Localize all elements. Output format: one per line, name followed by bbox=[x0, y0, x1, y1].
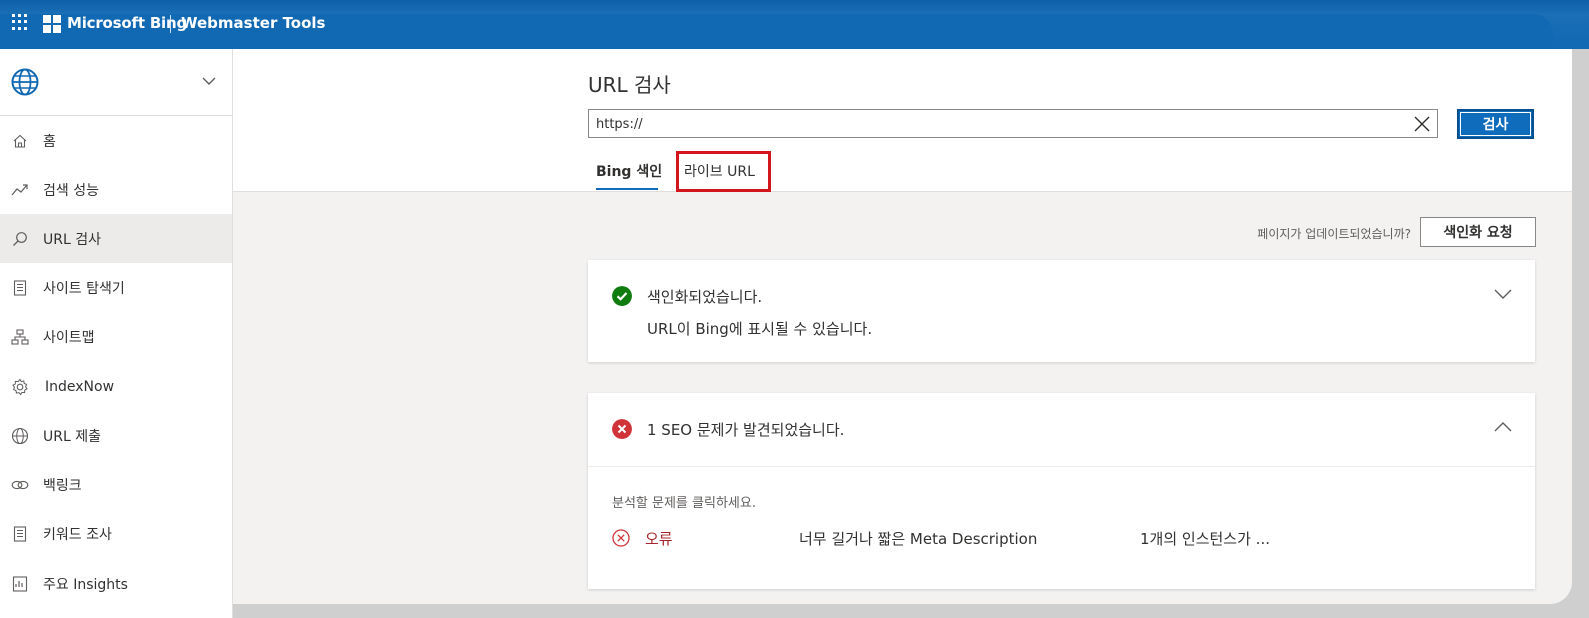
seo-issues-card: 1 SEO 문제가 발견되었습니다. 분석할 문제를 클릭하세요. 오류 너무 … bbox=[588, 393, 1535, 589]
page-updated-question: 페이지가 업데이트되었습니까? bbox=[1257, 227, 1411, 241]
issue-hint: 분석할 문제를 클릭하세요. bbox=[612, 496, 756, 511]
chevron-up-icon[interactable] bbox=[1494, 421, 1512, 433]
sidebar-item-sitemaps[interactable]: 사이트맵 bbox=[0, 312, 232, 361]
sidebar-item-url-inspection[interactable]: URL 검사 bbox=[0, 214, 232, 263]
gear-icon bbox=[11, 378, 29, 396]
header-divider bbox=[170, 15, 171, 33]
check-circle-icon bbox=[612, 286, 632, 306]
app-launcher-icon[interactable] bbox=[12, 14, 28, 30]
page-title: URL 검사 bbox=[588, 73, 671, 97]
sidebar-item-keyword-research[interactable]: 키워드 조사 bbox=[0, 509, 232, 558]
highlight-box bbox=[676, 151, 771, 192]
insights-icon bbox=[11, 575, 29, 593]
url-search-box[interactable] bbox=[588, 109, 1438, 138]
inspect-button[interactable]: 검사 bbox=[1457, 109, 1534, 139]
inspection-header: URL 검사 검사 Bing 색인 라이브 URL bbox=[233, 49, 1572, 192]
index-status-title: 색인화되었습니다. bbox=[647, 288, 763, 306]
sidebar-item-search-performance[interactable]: 검색 성능 bbox=[0, 165, 232, 214]
index-status-subtitle: URL이 Bing에 표시될 수 있습니다. bbox=[647, 320, 873, 338]
sidebar-item-label: 키워드 조사 bbox=[43, 526, 112, 543]
sidebar-item-label: URL 제출 bbox=[43, 428, 101, 445]
sidebar-item-label: 사이트 탐색기 bbox=[43, 280, 125, 297]
error-circle-icon bbox=[612, 419, 632, 439]
url-input[interactable] bbox=[596, 114, 1396, 134]
sidebar-item-label: 사이트맵 bbox=[43, 329, 95, 346]
main-content: URL 검사 검사 Bing 색인 라이브 URL 페이지가 업데이트되었습니까… bbox=[233, 49, 1572, 618]
trend-icon bbox=[11, 181, 29, 199]
microsoft-logo-icon bbox=[43, 15, 61, 33]
request-indexing-row: 페이지가 업데이트되었습니까? 색인화 요청 bbox=[233, 217, 1536, 247]
sidebar-item-insights[interactable]: 주요 Insights bbox=[0, 559, 232, 608]
link-icon bbox=[11, 476, 29, 494]
sidebar-item-indexnow[interactable]: IndexNow bbox=[0, 362, 232, 411]
chevron-down-icon[interactable] bbox=[202, 76, 216, 86]
sidebar-item-home[interactable]: 홈 bbox=[0, 116, 232, 165]
sidebar-item-backlinks[interactable]: 백링크 bbox=[0, 460, 232, 509]
error-outline-icon bbox=[612, 529, 630, 547]
index-status-card[interactable]: 색인화되었습니다. URL이 Bing에 표시될 수 있습니다. bbox=[588, 260, 1535, 362]
home-icon bbox=[11, 132, 29, 150]
sidebar: 홈 검색 성능 URL 검사 사이트 탐색기 사이트맵 IndexNow URL… bbox=[0, 49, 233, 618]
product-name[interactable]: Webmaster Tools bbox=[181, 14, 326, 32]
card-divider bbox=[588, 466, 1535, 467]
globe-icon bbox=[11, 68, 39, 96]
sitemap-icon bbox=[11, 328, 29, 346]
seo-issues-title: 1 SEO 문제가 발견되었습니다. bbox=[647, 421, 845, 439]
search-icon bbox=[11, 230, 29, 248]
document-icon bbox=[11, 525, 29, 543]
top-bar: Microsoft Bing Webmaster Tools bbox=[0, 0, 1589, 49]
sidebar-item-label: 검색 성능 bbox=[43, 182, 99, 199]
clear-icon[interactable] bbox=[1413, 115, 1431, 133]
sidebar-item-submit-urls[interactable]: URL 제출 bbox=[0, 411, 232, 460]
sidebar-item-label: 백링크 bbox=[43, 477, 82, 494]
sidebar-item-site-explorer[interactable]: 사이트 탐색기 bbox=[0, 263, 232, 312]
document-icon bbox=[11, 279, 29, 297]
site-selector[interactable] bbox=[0, 49, 232, 116]
sidebar-item-label: IndexNow bbox=[45, 378, 115, 395]
tab-selected-indicator bbox=[596, 188, 658, 190]
issue-count[interactable]: 1개의 인스턴스가 ... bbox=[1140, 528, 1270, 549]
sidebar-item-label: 홈 bbox=[43, 133, 56, 150]
request-indexing-button[interactable]: 색인화 요청 bbox=[1420, 217, 1536, 247]
issue-type[interactable]: 오류 bbox=[645, 528, 673, 549]
sidebar-item-label: 주요 Insights bbox=[43, 576, 128, 593]
chevron-down-icon[interactable] bbox=[1494, 288, 1512, 300]
tab-bing-index[interactable]: Bing 색인 bbox=[596, 161, 662, 181]
globe-icon bbox=[11, 427, 29, 445]
sidebar-item-label: URL 검사 bbox=[43, 231, 101, 248]
issue-description[interactable]: 너무 길거나 짧은 Meta Description bbox=[799, 528, 1037, 549]
brand-name[interactable]: Microsoft Bing bbox=[67, 14, 187, 32]
